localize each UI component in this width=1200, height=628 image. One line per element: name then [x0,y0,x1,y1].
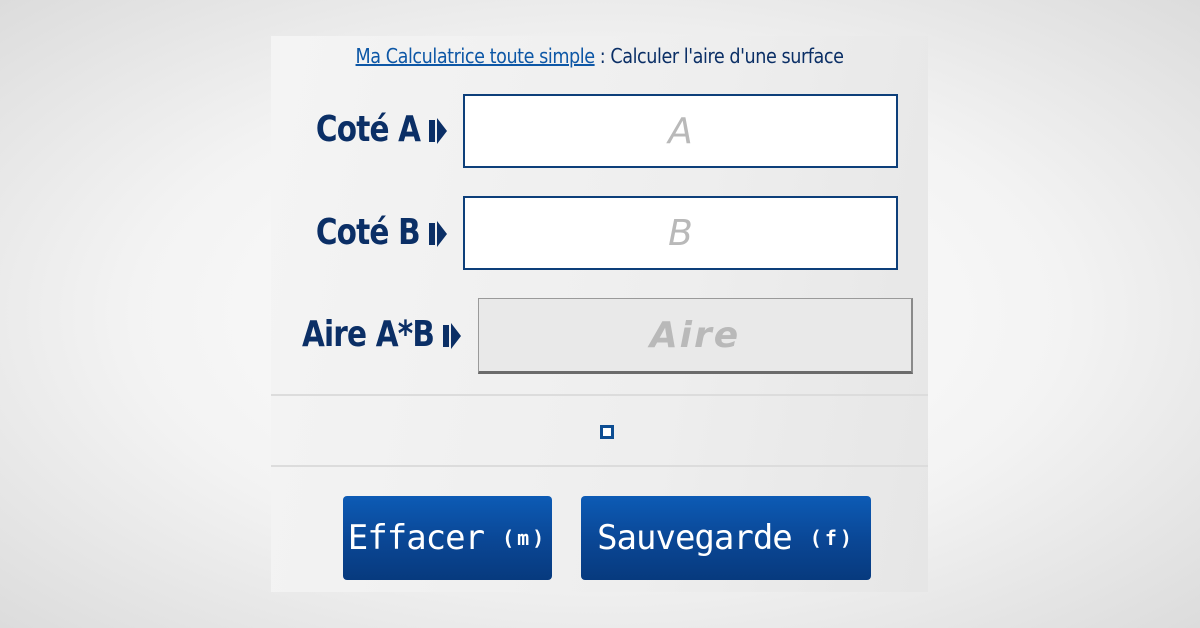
save-button[interactable]: Sauvegarde (f) [581,496,871,580]
side-b-input[interactable] [465,211,896,255]
area-label: Aire A*B [301,314,435,355]
title-text: : Calculer l'aire d'une surface [594,44,844,68]
side-b-label: Coté B [316,212,421,253]
divider [271,394,928,396]
status-indicator-icon [600,425,614,439]
side-a-input[interactable] [465,109,896,153]
page-title: Ma Calculatrice toute simple : Calculer … [310,44,888,68]
arrow-right-icon [443,323,461,349]
arrow-right-icon [429,118,447,144]
side-a-field[interactable] [463,94,898,168]
area-result-field [478,298,913,374]
clear-button-label: Effacer [347,518,485,558]
side-a-label: Coté A [315,109,421,150]
arrow-right-icon [429,221,447,247]
divider [271,465,928,467]
area-result-output [479,313,911,357]
side-b-field[interactable] [463,196,898,270]
calculator-home-link[interactable]: Ma Calculatrice toute simple [356,44,596,68]
save-shortcut-key: (f) [809,526,855,550]
save-button-label: Sauvegarde [597,518,793,558]
calculator-panel: Ma Calculatrice toute simple : Calculer … [271,36,928,592]
clear-shortcut-key: (m) [502,526,548,550]
clear-button[interactable]: Effacer (m) [343,496,552,580]
